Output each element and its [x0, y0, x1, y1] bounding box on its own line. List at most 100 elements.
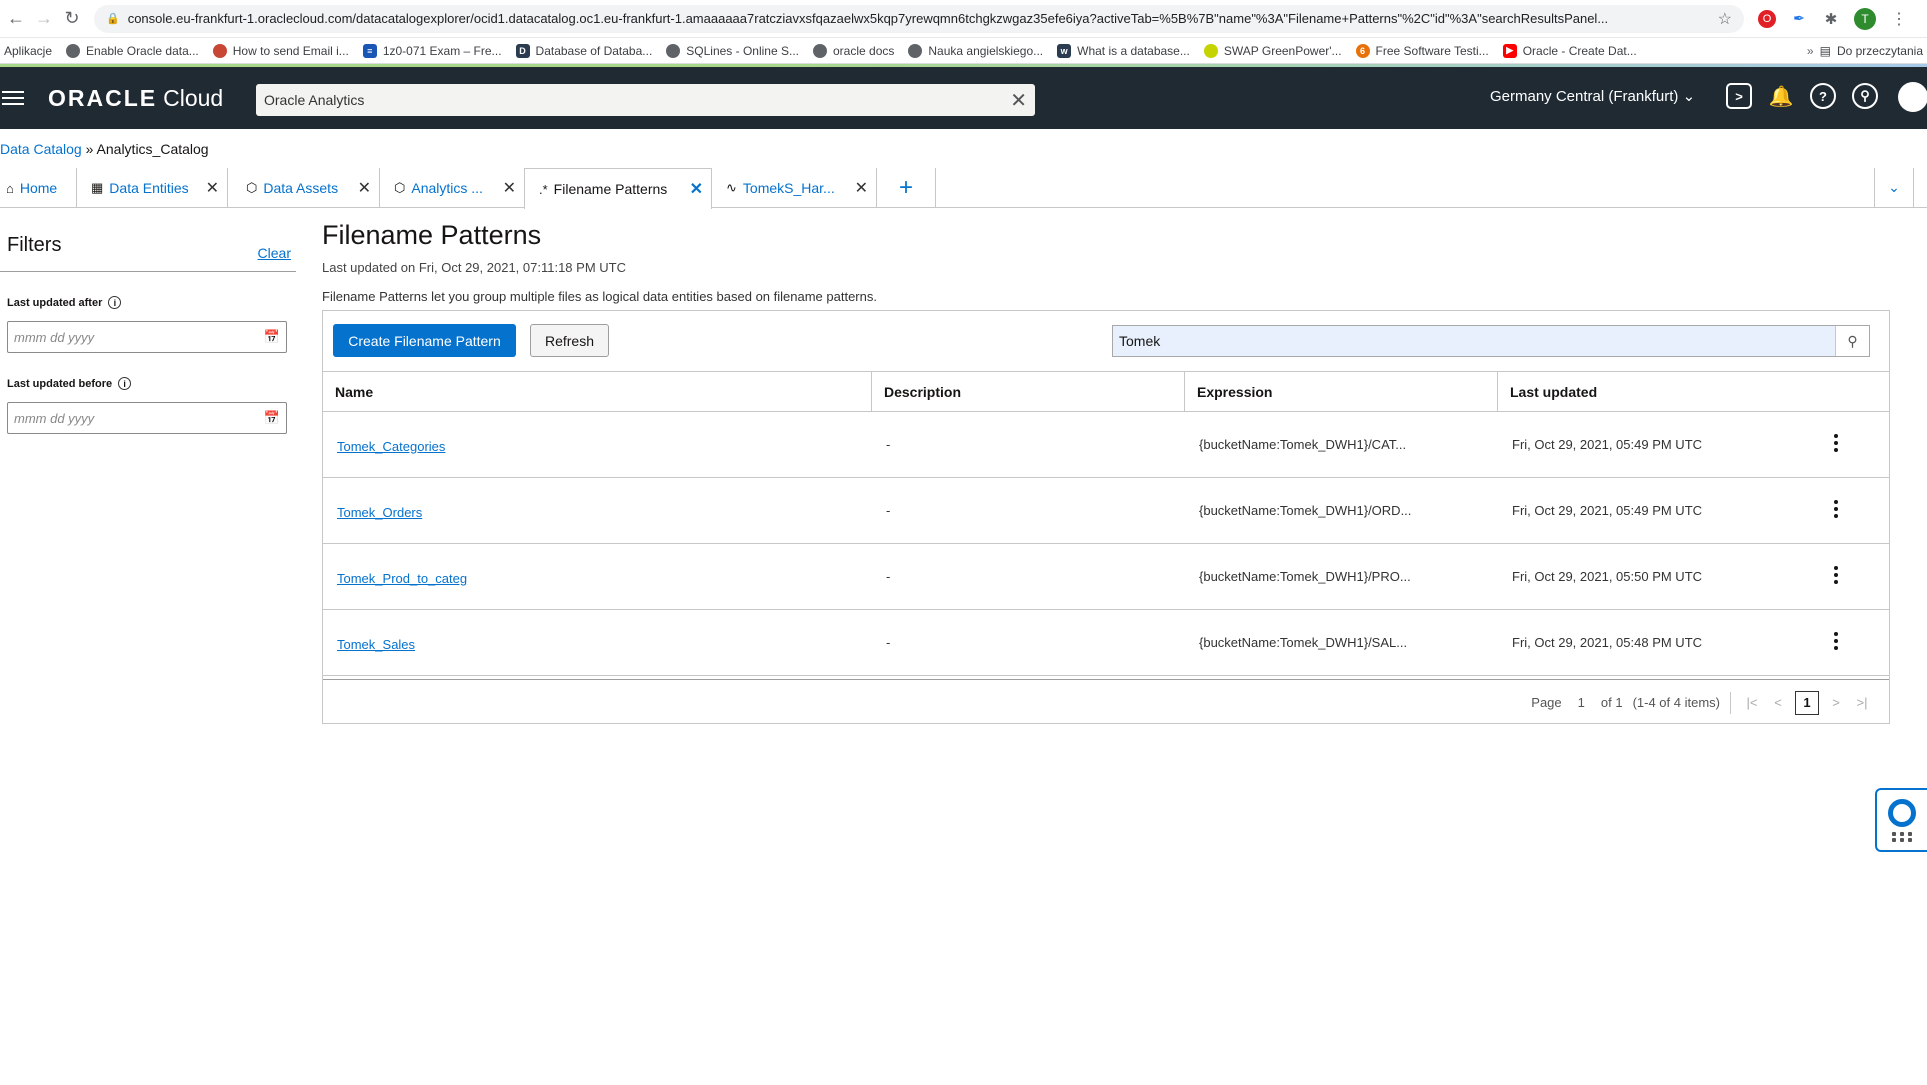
- breadcrumb: Data Catalog » Analytics_Catalog: [0, 141, 209, 157]
- forward-arrow-icon[interactable]: →: [30, 5, 58, 33]
- calendar-icon[interactable]: 📅: [264, 410, 280, 426]
- browser-menu-icon[interactable]: ⋮: [1890, 10, 1908, 28]
- pattern-name-link[interactable]: Tomek_Prod_to_categ: [337, 571, 467, 586]
- results-table: Name Description Expression Last updated…: [323, 371, 1889, 676]
- reading-list[interactable]: ▤ Do przeczytania: [1820, 44, 1923, 58]
- user-profile-icon[interactable]: [1898, 82, 1927, 112]
- last-updated-before-input[interactable]: mmm dd yyyy 📅: [7, 402, 287, 434]
- bookmark-item[interactable]: SWAP GreenPower'...: [1203, 43, 1342, 58]
- console-search-input[interactable]: Oracle Analytics ✕: [256, 84, 1035, 116]
- language-globe-icon[interactable]: ⚲: [1852, 83, 1878, 109]
- row-actions-kebab-icon[interactable]: [1832, 566, 1840, 584]
- page-number[interactable]: 1: [1578, 695, 1585, 710]
- last-page-icon[interactable]: >|: [1849, 695, 1875, 710]
- column-header-description[interactable]: Description: [872, 372, 1185, 411]
- info-icon[interactable]: i: [108, 296, 122, 309]
- info-icon[interactable]: i: [118, 377, 132, 390]
- tabs-overflow-button[interactable]: ⌄: [1874, 168, 1914, 208]
- chevron-down-icon: ⌄: [1682, 88, 1696, 105]
- calendar-icon[interactable]: 📅: [264, 329, 280, 345]
- hamburger-menu-icon[interactable]: [2, 91, 24, 105]
- help-lifebuoy-widget[interactable]: [1875, 788, 1927, 852]
- tab-home[interactable]: ⌂ Home: [0, 168, 77, 208]
- next-page-icon[interactable]: >: [1823, 695, 1849, 710]
- extensions-puzzle-icon[interactable]: ✱: [1822, 10, 1840, 28]
- refresh-button[interactable]: Refresh: [530, 324, 609, 357]
- last-updated-after-input[interactable]: mmm dd yyyy 📅: [7, 321, 287, 353]
- current-page-button[interactable]: 1: [1795, 690, 1819, 715]
- bookmark-item[interactable]: 6 Free Software Testi...: [1355, 43, 1489, 58]
- first-page-icon[interactable]: |<: [1739, 695, 1765, 710]
- clear-search-icon[interactable]: ✕: [1010, 88, 1027, 113]
- pen-extension-icon[interactable]: ✒: [1790, 10, 1808, 28]
- bookmark-apps[interactable]: ▦Aplikacje: [4, 44, 52, 58]
- results-search: ⚲: [1112, 325, 1870, 357]
- row-actions-kebab-icon[interactable]: [1832, 500, 1840, 518]
- tab-data-assets[interactable]: ⬡ Data Assets ✕: [228, 168, 380, 208]
- address-bar[interactable]: 🔒 console.eu-frankfurt-1.oraclecloud.com…: [94, 4, 1744, 33]
- last-updated-cell: Fri, Oct 29, 2021, 05:49 PM UTC: [1512, 503, 1703, 518]
- bookmark-item[interactable]: D Database of Databa...: [515, 43, 652, 58]
- search-icon[interactable]: ⚲: [1835, 326, 1869, 356]
- bookmark-item[interactable]: Nauka angielskiego...: [908, 43, 1043, 58]
- column-header-last-updated[interactable]: Last updated: [1498, 372, 1889, 411]
- pattern-name-link[interactable]: Tomek_Categories: [337, 439, 445, 454]
- table-row: Tomek_Sales - {bucketName:Tomek_DWH1}/SA…: [323, 610, 1889, 676]
- help-icon[interactable]: ?: [1810, 83, 1836, 109]
- notifications-bell-icon[interactable]: 🔔: [1768, 83, 1794, 109]
- bookmark-item[interactable]: ▶ Oracle - Create Dat...: [1502, 43, 1637, 58]
- bookmark-item[interactable]: SQLines - Online S...: [666, 43, 799, 58]
- bookmarks-bar: ▦Aplikacje Enable Oracle data... How to …: [0, 38, 1927, 64]
- pattern-name-link[interactable]: Tomek_Orders: [337, 505, 422, 520]
- reload-icon[interactable]: ↻: [58, 5, 86, 33]
- row-actions-kebab-icon[interactable]: [1832, 632, 1840, 650]
- breadcrumb-data-catalog[interactable]: Data Catalog: [0, 141, 82, 157]
- close-tab-icon[interactable]: ✕: [358, 178, 371, 198]
- close-tab-icon[interactable]: ✕: [206, 178, 219, 198]
- clear-filters-link[interactable]: Clear: [258, 245, 291, 271]
- bookmark-item[interactable]: ≡ 1z0-071 Exam – Fre...: [362, 43, 502, 58]
- previous-page-icon[interactable]: <: [1765, 695, 1791, 710]
- tab-filename-patterns[interactable]: .* Filename Patterns ✕: [524, 168, 712, 209]
- profile-avatar[interactable]: T: [1854, 7, 1876, 30]
- lifebuoy-icon: [1888, 798, 1916, 827]
- bookmark-item[interactable]: w What is a database...: [1057, 43, 1190, 58]
- tab-analytics[interactable]: ⬡ Analytics ... ✕: [380, 168, 525, 208]
- row-actions-kebab-icon[interactable]: [1832, 434, 1840, 452]
- pattern-name-link[interactable]: Tomek_Sales: [337, 637, 415, 652]
- close-tab-icon[interactable]: ✕: [690, 179, 703, 199]
- cloud-shell-icon[interactable]: >: [1726, 83, 1752, 109]
- close-tab-icon[interactable]: ✕: [855, 178, 868, 198]
- globe-icon: [813, 43, 827, 58]
- cube-icon: ⬡: [394, 180, 406, 195]
- items-range: (1-4 of 4 items): [1633, 691, 1731, 714]
- description-cell: -: [886, 635, 891, 650]
- bookmark-item[interactable]: oracle docs: [813, 43, 894, 58]
- pagination: Page 1 of 1 (1-4 of 4 items) |< < 1 > >|: [323, 679, 1889, 725]
- oracle-cloud-logo[interactable]: ORACLE Cloud: [48, 85, 223, 112]
- region-selector[interactable]: Germany Central (Frankfurt) ⌄: [1490, 87, 1695, 105]
- last-updated-cell: Fri, Oct 29, 2021, 05:50 PM UTC: [1512, 569, 1703, 584]
- globe-icon: [666, 43, 681, 58]
- tab-data-entities[interactable]: ▦ Data Entities ✕: [77, 168, 228, 208]
- create-filename-pattern-button[interactable]: Create Filename Pattern: [333, 324, 516, 357]
- site-icon: w: [1057, 43, 1072, 58]
- last-updated-after-label: Last updated after i: [7, 296, 300, 309]
- bookmark-star-icon[interactable]: ☆: [1718, 9, 1732, 29]
- globe-icon: [908, 43, 923, 58]
- back-arrow-icon[interactable]: ←: [2, 5, 30, 33]
- bookmark-item[interactable]: Enable Oracle data...: [66, 43, 199, 58]
- add-tab-button[interactable]: +: [877, 168, 936, 208]
- tab-tomeks-harvest[interactable]: ∿ TomekS_Har... ✕: [712, 168, 877, 208]
- close-tab-icon[interactable]: ✕: [503, 178, 516, 198]
- opera-extension-icon[interactable]: O: [1758, 9, 1776, 28]
- results-search-input[interactable]: [1113, 326, 1835, 356]
- page-label: Page: [1531, 695, 1562, 710]
- table-header: Name Description Expression Last updated: [323, 372, 1889, 412]
- bookmark-item[interactable]: How to send Email i...: [212, 43, 349, 58]
- column-header-expression[interactable]: Expression: [1185, 372, 1498, 411]
- column-header-name[interactable]: Name: [323, 372, 872, 411]
- oci-header: ORACLE Cloud Oracle Analytics ✕ Germany …: [0, 67, 1927, 129]
- description-cell: -: [886, 569, 891, 584]
- bookmarks-overflow[interactable]: »: [1807, 44, 1814, 58]
